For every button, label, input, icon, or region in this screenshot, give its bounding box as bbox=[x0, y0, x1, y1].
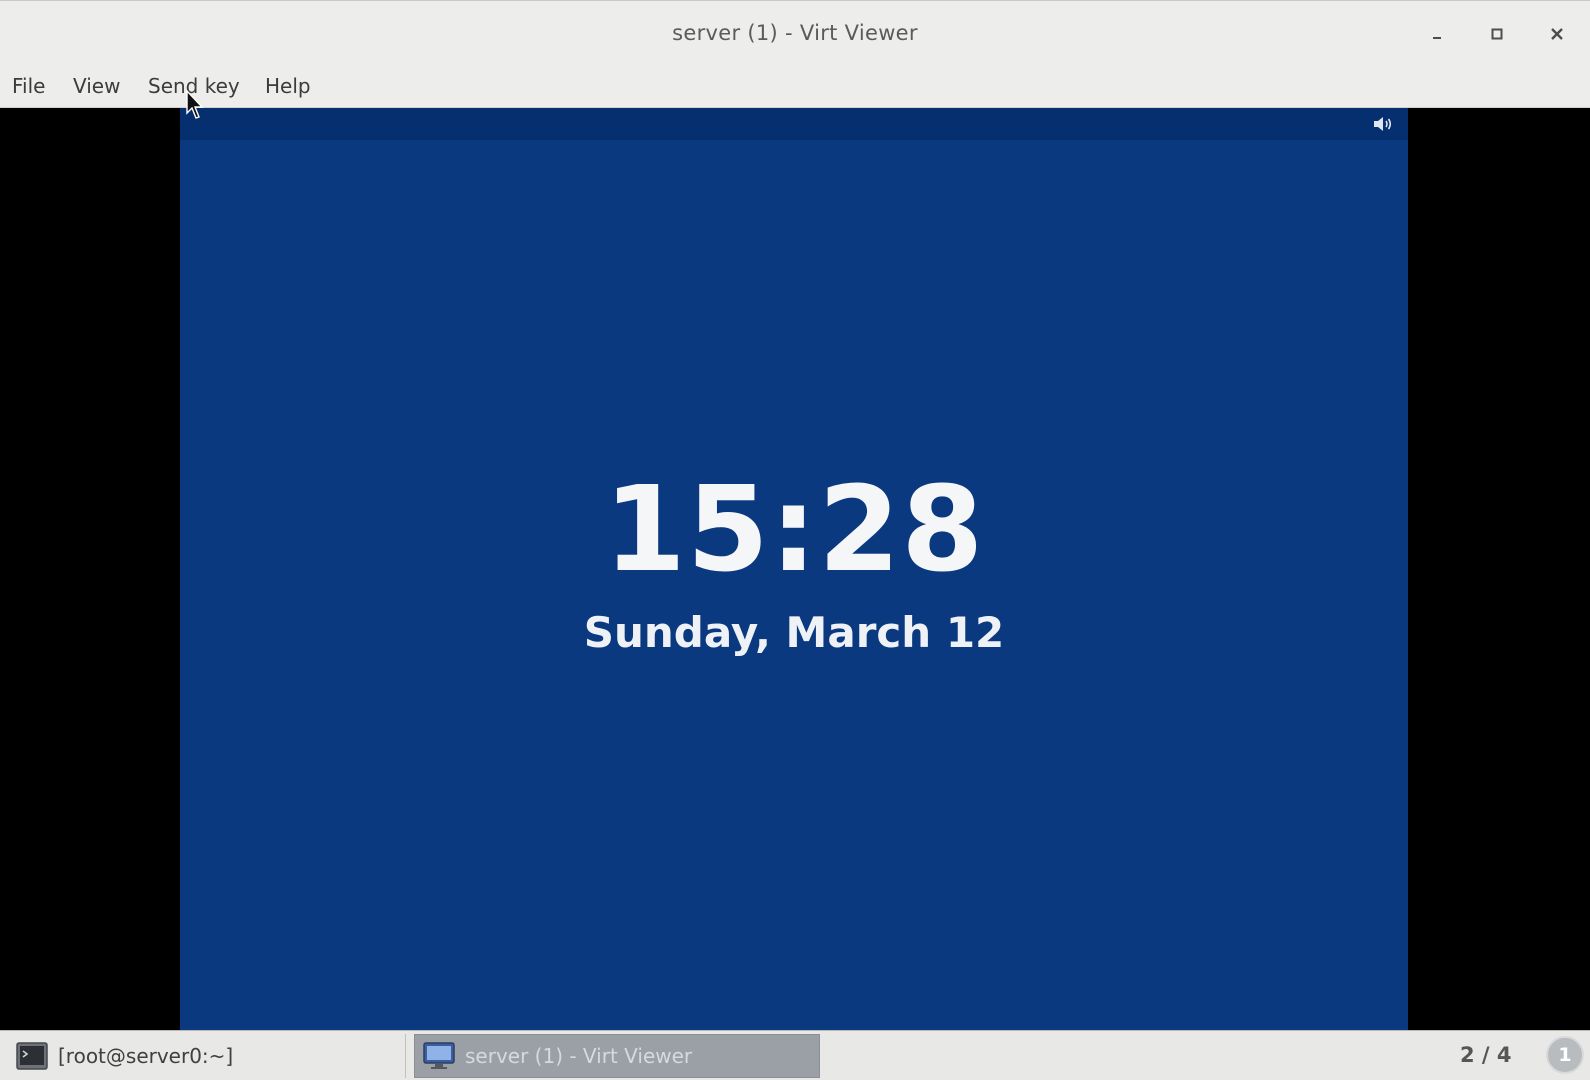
window-titlebar[interactable]: server (1) - Virt Viewer bbox=[0, 0, 1590, 68]
menu-view[interactable]: View bbox=[71, 74, 122, 98]
maximize-icon bbox=[1491, 28, 1503, 40]
menu-help[interactable]: Help bbox=[263, 74, 313, 98]
maximize-button[interactable] bbox=[1482, 19, 1512, 49]
lock-screen-clock: 15:28 bbox=[603, 460, 985, 598]
taskbar-item-virt-viewer[interactable]: server (1) - Virt Viewer bbox=[414, 1034, 820, 1078]
terminal-icon bbox=[16, 1042, 48, 1070]
screen: server (1) - Virt Viewer File View Send … bbox=[0, 0, 1590, 1080]
close-icon bbox=[1551, 28, 1563, 40]
guest-top-bar bbox=[180, 108, 1408, 140]
virt-viewer-icon bbox=[423, 1042, 455, 1069]
workspace-indicator[interactable]: 2 / 4 bbox=[1460, 1043, 1512, 1067]
minimize-button[interactable] bbox=[1422, 19, 1452, 49]
taskbar-item-label: server (1) - Virt Viewer bbox=[465, 1044, 693, 1068]
close-button[interactable] bbox=[1542, 19, 1572, 49]
menu-send-key[interactable]: Send key bbox=[146, 74, 242, 98]
taskbar-item-label: [root@server0:~] bbox=[58, 1044, 234, 1068]
guest-display[interactable]: 15:28 Sunday, March 12 bbox=[180, 108, 1408, 1030]
lock-screen-date: Sunday, March 12 bbox=[583, 608, 1005, 657]
volume-icon[interactable] bbox=[1372, 114, 1394, 134]
window-title: server (1) - Virt Viewer bbox=[672, 21, 918, 45]
menu-bar: File View Send key Help bbox=[0, 68, 1590, 108]
taskbar: [root@server0:~] server (1) - Virt Viewe… bbox=[0, 1030, 1590, 1080]
taskbar-item-terminal[interactable]: [root@server0:~] bbox=[8, 1034, 406, 1078]
minimize-icon bbox=[1433, 37, 1441, 39]
menu-file[interactable]: File bbox=[10, 74, 47, 98]
viewer-area: 15:28 Sunday, March 12 bbox=[0, 108, 1590, 1030]
notification-badge[interactable]: 1 bbox=[1546, 1036, 1584, 1074]
